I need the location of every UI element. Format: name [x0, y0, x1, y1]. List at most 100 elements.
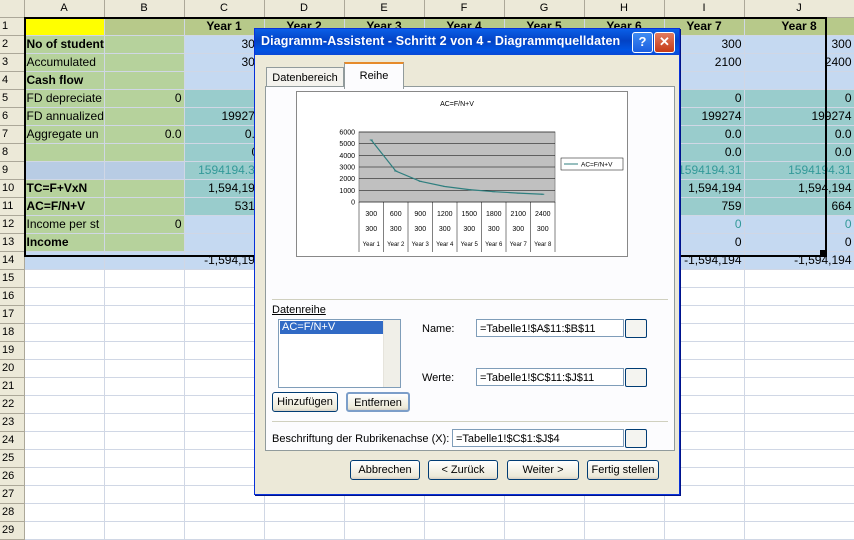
cell-a24[interactable]: [24, 431, 105, 450]
cell-j29[interactable]: [744, 521, 854, 540]
cell-c26[interactable]: [184, 467, 265, 486]
cell-j22[interactable]: [744, 395, 854, 414]
cell-b2[interactable]: [104, 35, 185, 54]
cell-c21[interactable]: [184, 377, 265, 396]
cell-j25[interactable]: [744, 449, 854, 468]
cell-j23[interactable]: [744, 413, 854, 432]
cell-b20[interactable]: [104, 359, 185, 378]
cell-a16[interactable]: [24, 287, 105, 306]
cell-j21[interactable]: [744, 377, 854, 396]
cell-b29[interactable]: [104, 521, 185, 540]
cell-j15[interactable]: [744, 269, 854, 288]
cell-c4[interactable]: [184, 71, 265, 90]
cell-b11[interactable]: [104, 197, 185, 216]
row-header[interactable]: 26: [0, 467, 25, 486]
cell-j5[interactable]: 0: [744, 89, 854, 108]
cell-a29[interactable]: [24, 521, 105, 540]
cell-j1[interactable]: Year 8: [744, 17, 854, 36]
row-header[interactable]: 9: [0, 161, 25, 180]
column-header[interactable]: G: [504, 0, 585, 18]
cell-a1[interactable]: [24, 17, 105, 36]
cell-i28[interactable]: [664, 503, 745, 522]
cell-j28[interactable]: [744, 503, 854, 522]
cell-a20[interactable]: [24, 359, 105, 378]
cell-a4[interactable]: Cash flow: [24, 71, 105, 90]
cell-a8[interactable]: [24, 143, 105, 162]
help-button[interactable]: ?: [632, 32, 653, 53]
cell-b18[interactable]: [104, 323, 185, 342]
cell-a9[interactable]: [24, 161, 105, 180]
cell-a26[interactable]: [24, 467, 105, 486]
row-header[interactable]: 8: [0, 143, 25, 162]
cell-j27[interactable]: [744, 485, 854, 504]
werte-ref-button[interactable]: [625, 368, 647, 387]
back-button[interactable]: < Zurück: [428, 460, 498, 480]
cell-b27[interactable]: [104, 485, 185, 504]
tab-datenbereich[interactable]: Datenbereich: [266, 67, 344, 88]
cell-d29[interactable]: [264, 521, 345, 540]
row-header[interactable]: 1: [0, 17, 25, 36]
cell-j12[interactable]: 0: [744, 215, 854, 234]
row-header[interactable]: 6: [0, 107, 25, 126]
row-header[interactable]: 3: [0, 53, 25, 72]
row-header[interactable]: 15: [0, 269, 25, 288]
row-header[interactable]: 7: [0, 125, 25, 144]
cell-j9[interactable]: 1594194.31: [744, 161, 854, 180]
cell-b28[interactable]: [104, 503, 185, 522]
cell-a27[interactable]: [24, 485, 105, 504]
cell-c10[interactable]: 1,594,194: [184, 179, 265, 198]
name-ref-button[interactable]: [625, 319, 647, 338]
cell-c5[interactable]: 0: [184, 89, 265, 108]
cell-b21[interactable]: [104, 377, 185, 396]
cell-d28[interactable]: [264, 503, 345, 522]
column-header[interactable]: D: [264, 0, 345, 18]
cell-c6[interactable]: 199274: [184, 107, 265, 126]
row-header[interactable]: 13: [0, 233, 25, 252]
cell-a18[interactable]: [24, 323, 105, 342]
cell-j14[interactable]: -1,594,194: [744, 251, 854, 270]
row-header[interactable]: 19: [0, 341, 25, 360]
listbox-scrollbar[interactable]: [383, 320, 400, 387]
cell-a17[interactable]: [24, 305, 105, 324]
category-axis-field[interactable]: =Tabelle1!$C$1:$J$4: [452, 429, 624, 447]
cell-c15[interactable]: [184, 269, 265, 288]
column-header[interactable]: J: [744, 0, 854, 18]
row-header[interactable]: 22: [0, 395, 25, 414]
cell-j8[interactable]: 0.0: [744, 143, 854, 162]
row-header[interactable]: 11: [0, 197, 25, 216]
cell-e28[interactable]: [344, 503, 425, 522]
row-header[interactable]: 16: [0, 287, 25, 306]
row-header[interactable]: 18: [0, 323, 25, 342]
cell-b16[interactable]: [104, 287, 185, 306]
row-header[interactable]: 20: [0, 359, 25, 378]
select-all-corner[interactable]: [0, 0, 25, 18]
cell-b24[interactable]: [104, 431, 185, 450]
cell-a7[interactable]: Aggregate un: [24, 125, 105, 144]
cell-b4[interactable]: [104, 71, 185, 90]
cell-b9[interactable]: [104, 161, 185, 180]
cell-g29[interactable]: [504, 521, 585, 540]
row-header[interactable]: 23: [0, 413, 25, 432]
series-list-item[interactable]: AC=F/N+V: [280, 321, 385, 334]
cell-j7[interactable]: 0.0: [744, 125, 854, 144]
cell-c3[interactable]: 300: [184, 53, 265, 72]
category-ref-button[interactable]: [625, 429, 647, 448]
cell-a12[interactable]: Income per st: [24, 215, 105, 234]
cell-b7[interactable]: 0.0: [104, 125, 185, 144]
cell-b14[interactable]: [104, 251, 185, 270]
cell-c2[interactable]: 300: [184, 35, 265, 54]
column-header[interactable]: I: [664, 0, 745, 18]
werte-field[interactable]: =Tabelle1!$C$11:$J$11: [476, 368, 624, 386]
cell-b22[interactable]: [104, 395, 185, 414]
cell-h28[interactable]: [584, 503, 665, 522]
column-header[interactable]: H: [584, 0, 665, 18]
cell-a11[interactable]: AC=F/N+V: [24, 197, 105, 216]
cell-b6[interactable]: [104, 107, 185, 126]
row-header[interactable]: 24: [0, 431, 25, 450]
cell-b8[interactable]: [104, 143, 185, 162]
cell-c9[interactable]: 1594194.31: [184, 161, 265, 180]
cell-j17[interactable]: [744, 305, 854, 324]
next-button[interactable]: Weiter >: [507, 460, 579, 480]
cell-b10[interactable]: [104, 179, 185, 198]
cell-c11[interactable]: 5314: [184, 197, 265, 216]
